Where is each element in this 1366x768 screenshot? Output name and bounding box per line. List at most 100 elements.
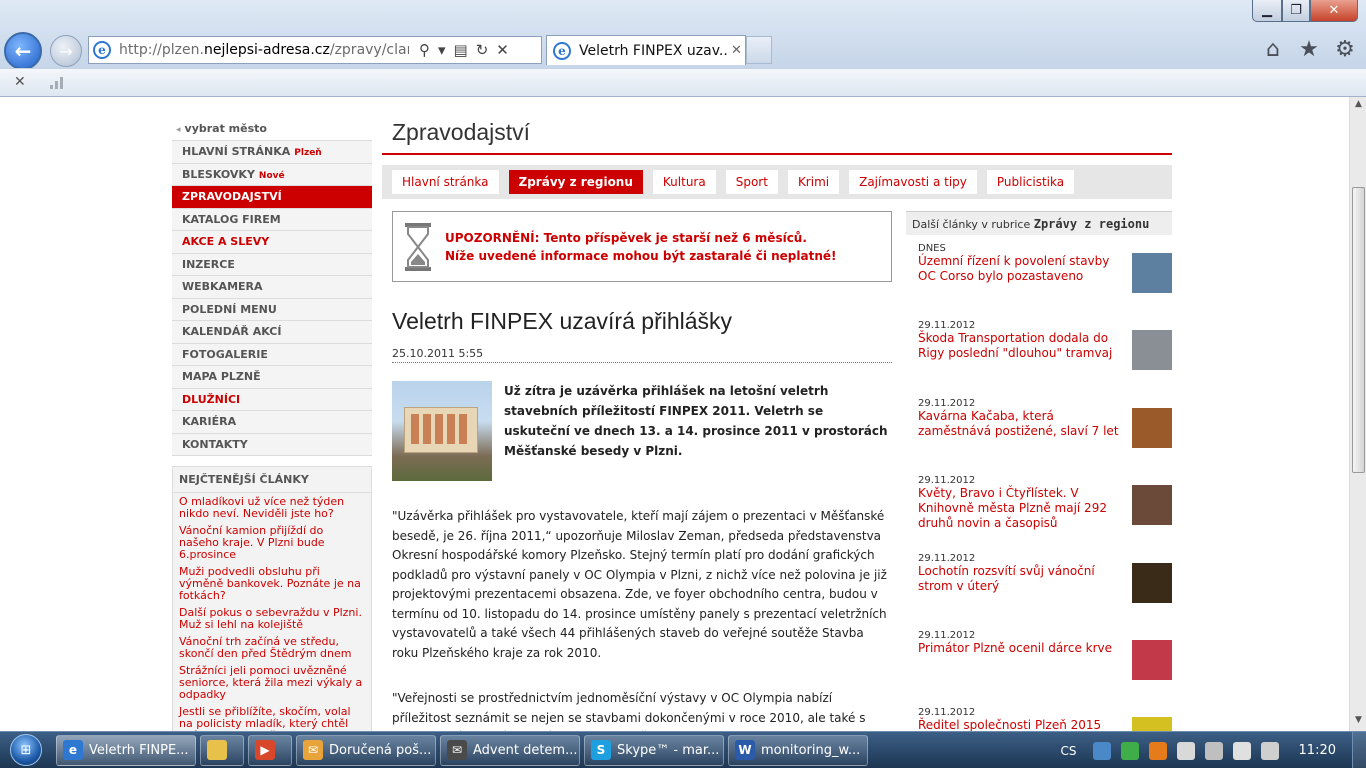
close-icon[interactable]: ✕ [1310,0,1358,22]
battery-icon[interactable] [1204,741,1223,760]
minimize-icon[interactable]: ▁ [1252,0,1282,22]
back-icon[interactable]: ← [4,32,42,70]
show-desktop-button[interactable] [1352,732,1366,768]
related-article-date: DNES [918,243,946,254]
related-article-thumbnail[interactable] [1132,562,1172,603]
volume-icon[interactable] [1260,741,1279,760]
scroll-down-icon[interactable]: ▼ [1352,715,1365,729]
compat-icon[interactable]: ▤ [454,41,468,59]
related-article-thumbnail[interactable] [1132,330,1172,371]
url-text[interactable]: http://plzen.nejlepsi-adresa.cz/zpravy/c… [119,42,409,58]
sidebar-item[interactable]: Katalog firem [172,208,372,231]
related-article-title[interactable]: Kavárna Kačaba, která zaměstnává postiže… [918,409,1128,439]
main-column: Zpravodajství Hlavní stránka Zprávy z reg… [382,119,1172,731]
stop-icon[interactable]: ✕ [496,41,509,59]
signal-bars-icon[interactable] [1232,741,1251,760]
network-icon[interactable] [1092,741,1111,760]
news-tab[interactable]: Zprávy z regionu [508,170,643,194]
news-tab[interactable]: Zajímavosti a tipy [849,170,977,194]
related-article-title[interactable]: Škoda Transportation dodala do Rigy posl… [918,331,1128,361]
related-article-text: 29.11.2012 Kavárna Kačaba, která zaměstná… [918,398,1128,475]
sidebar-item-label: Kalendář akcí [182,325,282,338]
maximize-icon[interactable]: ❐ [1282,0,1310,22]
language-indicator[interactable]: CS [1061,744,1077,758]
related-article[interactable]: 29.11.2012 Lochotín rozsvítí svůj vánoční… [906,553,1172,630]
settings-icon[interactable]: ⚙ [1332,36,1358,62]
sidebar-item[interactable]: Dlužníci [172,388,372,411]
scroll-up-icon[interactable]: ▲ [1352,99,1365,113]
favorites-icon[interactable]: ★ [1296,36,1322,62]
related-article[interactable]: 29.11.2012 Květy, Bravo i Čtyřlístek. V K… [906,475,1172,552]
article-image[interactable] [392,381,492,481]
home-icon[interactable]: ⌂ [1260,36,1286,62]
related-article-thumbnail[interactable] [1132,485,1172,526]
related-article[interactable]: 29.11.2012 Škoda Transportation dodala do… [906,320,1172,397]
vertical-scrollbar[interactable]: ▲ ▼ [1349,97,1366,731]
popular-article-link[interactable]: Jestli se přiblížíte, skočím, volal na p… [173,703,371,732]
ie-icon: e [93,41,111,59]
search-icon[interactable]: ⚲ [419,41,430,59]
related-article-thumbnail[interactable] [1132,253,1172,293]
news-tabs: Hlavní stránka Zprávy z regionu Kultura Spo… [382,165,1172,199]
sidebar-item[interactable]: Bleskovky Nové [172,163,372,186]
popular-article-link[interactable]: Další pokus o sebevraždu v Plzni. Muž si… [173,604,371,633]
browser-tab[interactable]: e Veletrh FINPEX uzav... ✕ [546,35,746,65]
related-article[interactable]: 29.11.2012 Ředitel společnosti Plzeň 2015 [906,707,1172,731]
related-article-thumbnail[interactable] [1132,407,1172,448]
sidebar-item[interactable]: Kalendář akcí [172,321,372,344]
choose-city-link[interactable]: ◂ vybrat město [172,119,372,141]
news-tab[interactable]: Publicistika [986,170,1075,194]
sidebar-item[interactable]: Zpravodajství [172,186,372,209]
news-tab[interactable]: Krimi [787,170,840,194]
related-article-date: 29.11.2012 [918,629,976,641]
sync-icon[interactable] [1120,741,1139,760]
taskbar-app-button[interactable]: ✉ Doručená poš... [296,734,436,766]
sidebar-item[interactable]: Kontakty [172,433,372,456]
taskbar-app-button[interactable]: ✉ Advent detem... [440,734,580,766]
sidebar-item[interactable]: Fotogalerie [172,343,372,366]
news-tab[interactable]: Kultura [652,170,716,194]
sidebar-item[interactable]: Kariéra [172,411,372,434]
related-article-thumbnail[interactable] [1132,717,1172,731]
scroll-thumb[interactable] [1352,187,1365,473]
related-article[interactable]: DNES Územní řízení k povolení stavby OC C… [906,243,1172,320]
sidebar-item[interactable]: Polední menu [172,298,372,321]
forward-icon[interactable]: → [50,35,82,67]
dropdown-icon[interactable]: ▾ [438,41,446,59]
sidebar-item[interactable]: Inzerce [172,253,372,276]
flag-icon[interactable] [1176,741,1195,760]
related-article[interactable]: 29.11.2012 Kavárna Kačaba, která zaměstná… [906,398,1172,475]
sidebar-item[interactable]: Hlavní stránka Plzeň [172,141,372,164]
taskbar-app-button[interactable]: ▶ [248,734,292,766]
tab-close-icon[interactable]: ✕ [731,43,742,58]
address-bar[interactable]: e http://plzen.nejlepsi-adresa.cz/zpravy… [88,36,542,64]
popular-article-link[interactable]: Vánoční trh začíná ve středu, skončí den… [173,633,371,662]
close-bar-icon[interactable]: ✕ [14,74,26,90]
related-article-thumbnail[interactable] [1132,639,1172,680]
news-tab[interactable]: Sport [725,170,778,194]
related-article-title[interactable]: Květy, Bravo i Čtyřlístek. V Knihovně mě… [918,486,1128,531]
popular-article-link[interactable]: Muži podvedli obsluhu při výměně bankove… [173,563,371,604]
related-article[interactable]: 29.11.2012 Primátor Plzně ocenil dárce kr… [906,630,1172,707]
clock[interactable]: 11:20 [1299,743,1336,758]
taskbar-app-button[interactable] [200,734,244,766]
taskbar-app-button[interactable]: Wmonitoring_w... [728,734,868,766]
refresh-icon[interactable]: ↻ [476,41,489,59]
sidebar-item[interactable]: Mapa Plzně [172,366,372,389]
taskbar-app-button[interactable]: S Skype™ - mar... [584,734,724,766]
popular-article-link[interactable]: Strážníci jeli pomoci uvězněné seniorce,… [173,662,371,703]
popular-article-link[interactable]: O mladíkovi už více než týden nikdo neví… [173,493,371,522]
sidebar-item[interactable]: Webkamera [172,276,372,299]
related-article-title[interactable]: Územní řízení k povolení stavby OC Corso… [918,254,1128,284]
start-button[interactable]: ⊞ [0,732,52,768]
related-article-title[interactable]: Lochotín rozsvítí svůj vánoční strom v ú… [918,564,1128,594]
related-article-title[interactable]: Primátor Plzně ocenil dárce krve [918,641,1128,656]
new-tab-button[interactable] [746,36,772,64]
taskbar-app-button[interactable]: e Veletrh FINPE... [56,734,196,766]
popular-articles: Nejčtenější články O mladíkovi už více n… [172,466,372,731]
related-article-title[interactable]: Ředitel společnosti Plzeň 2015 [918,718,1128,731]
news-tab[interactable]: Hlavní stránka [392,170,499,194]
sidebar-item[interactable]: Akce a slevy [172,231,372,254]
popular-article-link[interactable]: Vánoční kamion přijíždí do našeho kraje.… [173,522,371,563]
app-tray-icon[interactable] [1148,741,1167,760]
